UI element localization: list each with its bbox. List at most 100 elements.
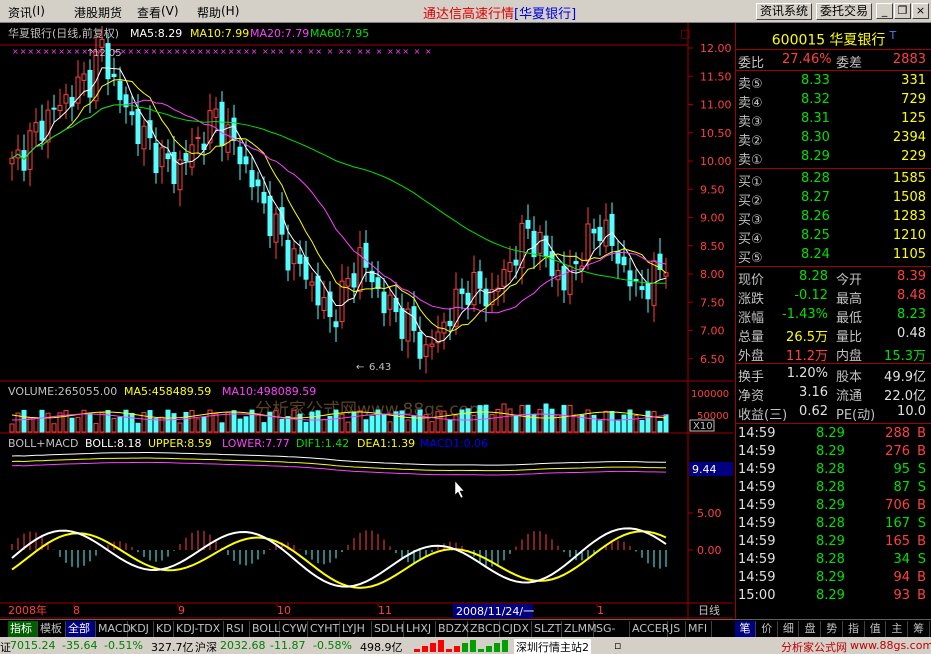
trade-button[interactable]: 委托交易 [816, 3, 873, 20]
xaxis-label-oct: 10 [277, 604, 291, 617]
volume-bar [435, 411, 441, 433]
tab-mfi[interactable]: MFI [686, 621, 712, 637]
tick-price: 8.28 [816, 480, 845, 495]
tick-volume: 706 [885, 498, 910, 513]
chart-close-icon[interactable]: □ [680, 27, 690, 40]
quote-panel: 600015 华夏银行 T 委比 27.46% 委差 2883 卖⑤ 8.33 33… [735, 23, 931, 619]
chart-area[interactable]: 华夏银行(日线,前复权) MA5:8.29 MA10:7.99 MA20:7.7… [0, 23, 733, 619]
tab-macd[interactable]: MACD [96, 621, 131, 637]
tab-accer[interactable]: ACCER [630, 621, 669, 637]
tab-kdj[interactable]: KDJ [128, 621, 154, 637]
tab-js[interactable]: JS [668, 621, 686, 637]
signal-bar [454, 646, 460, 652]
volume-bar [429, 421, 435, 433]
buy-label: 买② [738, 194, 763, 209]
tab-zlmm[interactable]: ZLMM [562, 621, 597, 637]
tab-zbcd[interactable]: ZBCD [468, 621, 501, 637]
tab-sg-lb[interactable]: SG-LB [594, 621, 630, 650]
app-title-text: 通达信高速行情 [423, 7, 515, 22]
menu-hk-futures[interactable]: 港股期货 [74, 4, 122, 21]
candle-down [255, 179, 261, 187]
fund-label: PE(动) [836, 408, 876, 423]
buy-volume: 1508 [892, 190, 926, 205]
volume-bar [567, 404, 573, 433]
kline-chart-svg[interactable]: 华夏银行(日线,前复权) MA5:8.29 MA10:7.99 MA20:7.7… [0, 23, 733, 619]
volume-bar [597, 420, 603, 433]
stat-label: 今开 [836, 273, 863, 288]
volume-bar [219, 422, 225, 433]
candle-down [513, 259, 519, 266]
tab-bdzx[interactable]: BDZX [436, 621, 469, 637]
stat-label: 最低 [836, 311, 863, 326]
tab-rsi[interactable]: RSI [224, 621, 250, 637]
price-tick-label: 8.50 [700, 240, 725, 253]
xaxis-label-year: 2008年 [8, 603, 47, 617]
candle-up [585, 223, 591, 262]
candle-down [165, 153, 171, 160]
tick-row: 14:59 8.29 165 B [736, 534, 931, 552]
side-tab[interactable]: 细 [778, 621, 800, 637]
signal-bar [422, 646, 428, 652]
volume-bar [633, 415, 639, 433]
tab-kd[interactable]: KD [154, 621, 174, 637]
stock-flag: T [889, 29, 897, 42]
volume-bar [387, 421, 393, 433]
side-tab[interactable]: 盘 [800, 621, 822, 637]
menu-info[interactable]: 资讯 [8, 4, 32, 21]
side-tab[interactable]: 筹 [909, 621, 930, 637]
minimize-icon[interactable]: _ [876, 3, 893, 19]
fund-label: 换手 [738, 370, 765, 385]
restore-icon[interactable]: ❐ [894, 3, 911, 19]
tab-cyht[interactable]: CYHT [308, 621, 340, 637]
candle-down [315, 275, 321, 306]
server-name[interactable]: 深圳行情主站2 [514, 639, 591, 654]
sh-change: -35.64 [62, 639, 98, 652]
menu-info-shortcut: (I) [32, 4, 45, 18]
volume-bar [273, 410, 279, 433]
side-tab[interactable]: 势 [822, 621, 843, 637]
tab-模板[interactable]: 模板 [38, 621, 66, 637]
candle-up [141, 125, 147, 150]
menu-view[interactable]: 查看 [137, 4, 161, 21]
tick-volume: 165 [885, 534, 910, 549]
stat-label: 涨跌 [738, 292, 765, 307]
tab-lyjh[interactable]: LYJH [340, 621, 372, 637]
volume-bar [159, 416, 165, 433]
high-price-label: 12.05 [93, 48, 122, 59]
volume-bar [291, 409, 297, 433]
volume-bar [363, 419, 369, 433]
macd-lines [11, 527, 667, 589]
period-label[interactable]: 日线 [698, 603, 720, 617]
tab-cyw[interactable]: CYW [280, 621, 308, 637]
tab-sdlh[interactable]: SDLH [372, 621, 404, 637]
volume-bar [135, 422, 141, 433]
candle-up [81, 73, 87, 81]
tab-cjdx[interactable]: CJDX [500, 621, 532, 637]
tab-kdj-tdx[interactable]: KDJ-TDX [174, 621, 224, 637]
side-tab[interactable]: 价 [757, 621, 778, 637]
menu-help[interactable]: 帮助 [197, 4, 221, 21]
server-dropdown-icon[interactable]: ▫ [614, 639, 621, 652]
tab-slzt[interactable]: SLZT [532, 621, 562, 637]
boll-header-boll: BOLL:8.18 [85, 437, 141, 450]
side-tab[interactable]: 值 [865, 621, 887, 637]
candle-up [309, 281, 315, 286]
close-icon[interactable]: × [912, 3, 929, 19]
buy-price: 8.25 [801, 228, 830, 243]
candle-down [399, 308, 405, 339]
boll-lines [11, 452, 667, 476]
candle-up [321, 297, 327, 312]
tab-指标[interactable]: 指标 [8, 621, 38, 637]
tab-lhxj[interactable]: LHXJ [404, 621, 436, 637]
side-tab[interactable]: 指 [844, 621, 865, 637]
candle-up [273, 213, 279, 243]
candle-up [195, 137, 201, 140]
side-tab[interactable]: 主 [887, 621, 908, 637]
tab-boll[interactable]: BOLL [250, 621, 280, 637]
ma-line-5 [11, 67, 667, 343]
tab-全部[interactable]: 全部 [66, 621, 96, 637]
side-tab[interactable]: 笔 [735, 621, 756, 637]
info-system-button[interactable]: 资讯系统 [756, 3, 813, 20]
volume-bar [243, 416, 249, 433]
webi-label: 委比 [738, 56, 765, 71]
